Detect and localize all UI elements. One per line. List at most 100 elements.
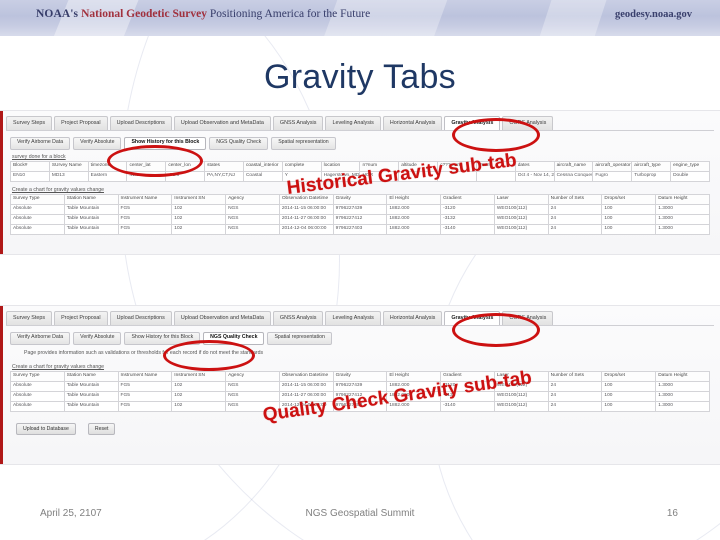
table-cell: Table Mountain <box>63 213 119 225</box>
column-header: Observation Datetime <box>278 194 334 205</box>
subtab-show-history-for-this-block[interactable]: Show History for this Block <box>124 136 207 150</box>
table-header-row: Survey Type Station Name Instrument Name In… <box>10 371 710 382</box>
chart-caption-quality: Create a chart for gravity values change <box>12 364 104 370</box>
panel-left-rail <box>0 306 3 464</box>
chart-caption-historical: Create a chart for gravity values change <box>12 187 104 193</box>
table-cell <box>398 170 439 182</box>
table-cell: 1.3000 <box>655 213 710 225</box>
column-header: Instrument Name <box>117 194 173 205</box>
tab-horizontal-analysis[interactable]: Horizontal Analysis <box>382 116 443 130</box>
subtab-verify-absolute[interactable]: Verify Absolute <box>73 331 122 345</box>
reset-button[interactable]: Reset <box>87 423 116 435</box>
table-cell: Absolute <box>10 203 65 215</box>
column-header: Number of Sets <box>547 371 603 382</box>
table-cell: 102 <box>171 203 227 215</box>
tab-survey-steps[interactable]: Survey Steps <box>6 116 53 130</box>
gravity-quality-table: Survey Type Station Name Instrument Name In… <box>10 371 710 412</box>
column-header: Instrument Name <box>117 371 173 382</box>
tab-upload-observation-and-metadata[interactable]: Upload Observation and MetaData <box>173 311 271 325</box>
table-cell: WEO100(112) <box>493 203 549 215</box>
tab-upload-observation-and-metadata[interactable]: Upload Observation and MetaData <box>173 116 271 130</box>
table-cell: 102 <box>171 400 227 412</box>
column-header: aircraft_type <box>631 161 672 172</box>
tab-project-proposal[interactable]: Project Proposal <box>54 116 108 130</box>
table-cell: FG5 <box>117 390 173 402</box>
table-cell: 24 <box>547 380 603 392</box>
subtab-verify-absolute[interactable]: Verify Absolute <box>73 136 122 150</box>
subtab-verify-airborne-data[interactable]: Verify Airborne Data <box>10 331 71 345</box>
tab-cors-analysis[interactable]: CORS Analysis <box>502 311 554 325</box>
table-header-row: Survey Type Station Name Instrument Name In… <box>10 194 710 205</box>
upload-to-database-button[interactable]: Upload to Database <box>16 423 76 435</box>
column-header: center_lon <box>165 161 206 172</box>
tab-cors-analysis[interactable]: CORS Analysis <box>502 116 554 130</box>
tab-leveling-analysis[interactable]: Leveling Analysis <box>325 311 381 325</box>
tab-project-proposal[interactable]: Project Proposal <box>54 311 108 325</box>
table-cell: Table Mountain <box>63 400 119 412</box>
banner-ngs: National Geodetic Survey <box>81 8 210 20</box>
column-header: Block# <box>10 161 50 172</box>
subtab-show-history-for-this-block[interactable]: Show History for this Block <box>124 331 201 345</box>
column-header: Gradient <box>440 371 495 382</box>
tab-upload-descriptions[interactable]: Upload Descriptions <box>109 116 172 130</box>
tab-survey-steps[interactable]: Survey Steps <box>6 311 53 325</box>
table-cell: WEO100(112) <box>493 213 549 225</box>
main-tab-strip[interactable]: Survey Steps Project Proposal Upload Descr… <box>6 311 714 326</box>
table-cell: Table Mountain <box>63 390 119 402</box>
table-cell: 41.5 <box>126 170 167 182</box>
table-cell: 9796227403 <box>332 223 388 235</box>
screenshot-panel-historical: Survey Steps Project Proposal Upload Descr… <box>0 110 720 255</box>
tab-upload-descriptions[interactable]: Upload Descriptions <box>109 311 172 325</box>
subtab-spatial-representation[interactable]: Spatial representation <box>267 331 332 345</box>
quality-action-buttons[interactable]: Upload to Database Reset <box>16 423 116 435</box>
tab-gravity-analysis[interactable]: Gravity Analysis <box>444 311 501 325</box>
column-header: El Height <box>386 371 442 382</box>
table-cell: 1882.000 <box>386 213 442 225</box>
column-header: Gradient <box>440 194 495 205</box>
subtab-verify-airborne-data[interactable]: Verify Airborne Data <box>10 136 71 150</box>
table-cell: 9796227439 <box>332 380 388 392</box>
table-cell: NGS <box>225 223 280 235</box>
table-cell: 24 <box>547 203 603 215</box>
table-cell: -3132 <box>440 390 495 402</box>
column-header: ?num <box>475 161 516 172</box>
main-tab-strip[interactable]: Survey Steps Project Proposal Upload Descr… <box>6 116 714 131</box>
table-cell: 1882.000 <box>386 223 442 235</box>
sub-tab-strip[interactable]: Verify Airborne Data Verify Absolute Show … <box>10 331 332 345</box>
table-cell: 1.3000 <box>655 203 710 215</box>
column-header: Number of Sets <box>547 194 603 205</box>
table-cell: PA,NY,CT,NJ <box>204 170 244 182</box>
tab-leveling-analysis[interactable]: Leveling Analysis <box>325 116 381 130</box>
table-cell: Absolute <box>10 213 65 225</box>
table-cell: MD13 <box>48 170 89 182</box>
subtab-ngs-quality-check[interactable]: NGS Quality Check <box>203 331 265 345</box>
tab-gnss-analysis[interactable]: GNSS Analysis <box>272 116 324 130</box>
table-cell: NGS <box>225 400 280 412</box>
table-cell: -3140 <box>440 400 495 412</box>
table-cell: FG5 <box>117 380 173 392</box>
column-header: aircraft_operator <box>592 161 633 172</box>
tab-horizontal-analysis[interactable]: Horizontal Analysis <box>382 311 443 325</box>
table-cell: 1.3000 <box>655 223 710 235</box>
table-row: EN10 MD13 Eastern 41.5 -75.8 PA,NY,CT,NJ Coast… <box>10 170 710 182</box>
column-header: dates <box>514 161 555 172</box>
column-header: Datum Height <box>655 371 710 382</box>
block-caption: survey done for a block <box>12 154 66 160</box>
table-cell: NGS <box>225 390 280 402</box>
tab-gnss-analysis[interactable]: GNSS Analysis <box>272 311 324 325</box>
table-row: Absolute Table Mountain FG5 102 NGS 2014-11-1… <box>10 380 710 392</box>
table-cell: 9796227412 <box>332 213 388 225</box>
table-cell: 2014-11-15 06:00:00 <box>278 203 334 215</box>
column-header: Observation Datetime <box>278 371 334 382</box>
table-cell: Double <box>670 170 710 182</box>
table-cell: Table Mountain <box>63 380 119 392</box>
column-header: c??? num <box>437 161 477 172</box>
sub-tab-strip[interactable]: Verify Airborne Data Verify Absolute Show … <box>10 136 336 150</box>
subtab-ngs-quality-check[interactable]: NGS Quality Check <box>209 136 269 150</box>
table-cell: -3120 <box>440 203 495 215</box>
table-cell: 100 <box>601 203 657 215</box>
table-cell: Oct 4 - Nov 14, 2013 <box>514 170 555 182</box>
tab-gravity-analysis[interactable]: Gravity Analysis <box>444 116 501 130</box>
block-table: Block# SUrvey Name timezone center_lat cente… <box>10 161 710 182</box>
subtab-spatial-representation[interactable]: Spatial representation <box>271 136 336 150</box>
